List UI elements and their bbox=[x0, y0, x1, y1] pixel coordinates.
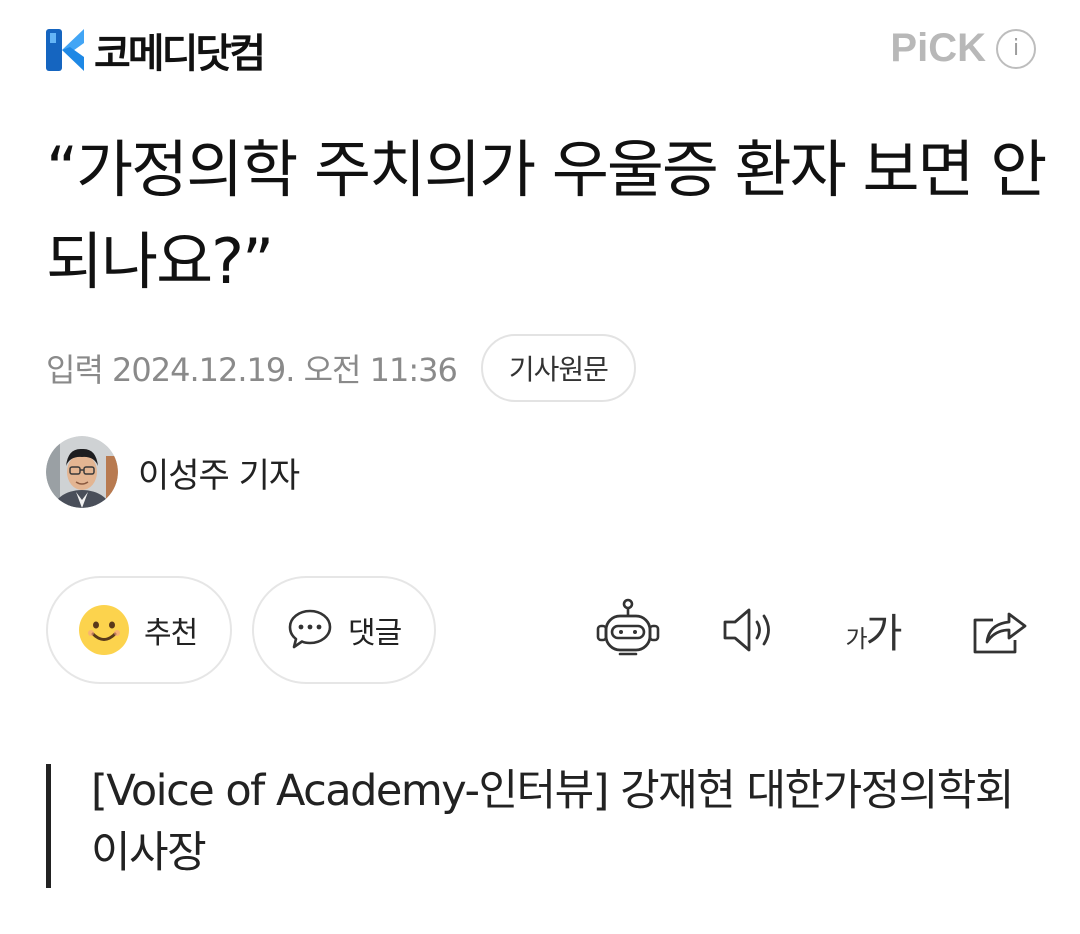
publish-date: 입력 2024.12.19. 오전 11:36 bbox=[46, 351, 458, 389]
article-headline: “가정의학 주치의가 우울증 환자 보면 안되나요?” bbox=[46, 133, 1047, 298]
font-size-large: 가 bbox=[865, 611, 903, 657]
article-meta: 입력 2024.12.19. 오전 11:36 기사원문 bbox=[46, 334, 636, 402]
font-size-button[interactable]: 가가 bbox=[836, 590, 912, 670]
comment-button[interactable]: 댓글 bbox=[252, 576, 436, 684]
like-label: 추천 bbox=[144, 616, 198, 651]
author-name: 이성주 기자 bbox=[138, 455, 300, 496]
share-button[interactable] bbox=[966, 590, 1032, 670]
press-logo[interactable]: 코메디닷컴 bbox=[44, 24, 266, 77]
speech-bubble-icon bbox=[288, 609, 332, 649]
info-icon[interactable]: i bbox=[996, 28, 1036, 69]
robot-icon bbox=[596, 598, 660, 656]
top-bar: 코메디닷컴 PiCK i bbox=[0, 0, 1080, 100]
subheadline-text: [Voice of Academy-인터뷰] 강재현 대한가정의학회 이사장 bbox=[91, 766, 1014, 878]
press-name: 코메디닷컴 bbox=[94, 31, 266, 77]
font-size-icon: 가가 bbox=[846, 601, 903, 659]
share-icon bbox=[973, 612, 1027, 654]
author-info[interactable]: 이성주 기자 bbox=[46, 436, 300, 508]
article-subheadline: [Voice of Academy-인터뷰] 강재현 대한가정의학회 이사장 bbox=[46, 764, 1026, 888]
like-button[interactable]: 추천 bbox=[46, 576, 232, 684]
summary-bot-button[interactable] bbox=[590, 590, 666, 670]
font-size-small: 가 bbox=[845, 625, 868, 653]
pick-label: PiCK bbox=[890, 26, 986, 70]
text-to-speech-button[interactable] bbox=[716, 590, 782, 670]
smile-icon bbox=[79, 605, 129, 655]
pick-badge[interactable]: PiCK i bbox=[890, 26, 1036, 71]
komedi-logo-icon bbox=[46, 29, 84, 71]
author-avatar bbox=[46, 436, 118, 508]
original-article-button[interactable]: 기사원문 bbox=[480, 334, 636, 402]
speaker-icon bbox=[723, 608, 770, 652]
comment-label: 댓글 bbox=[348, 616, 402, 651]
